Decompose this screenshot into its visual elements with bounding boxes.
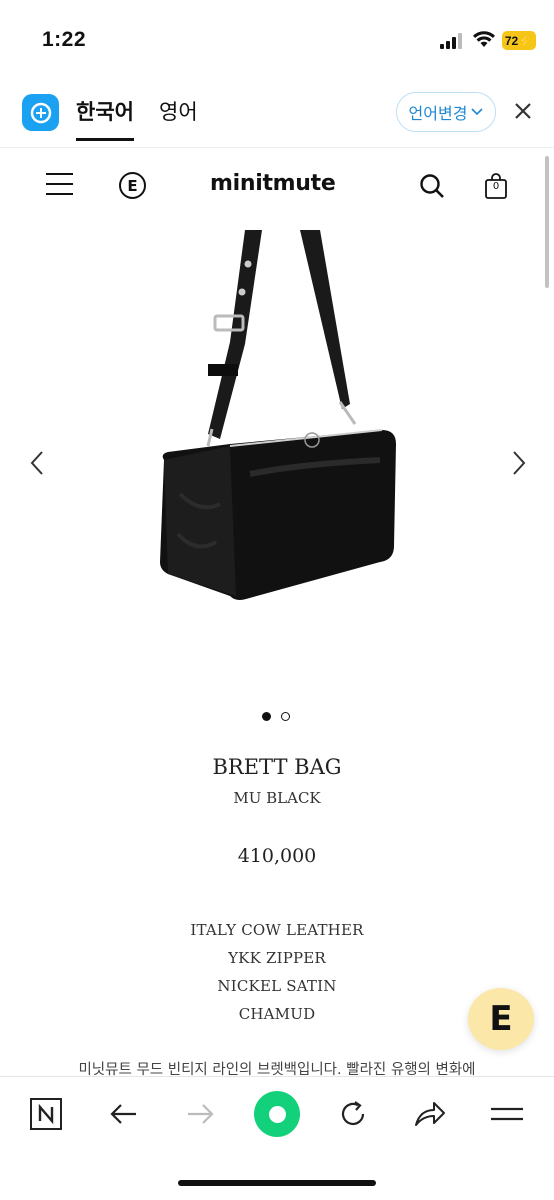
back-arrow-icon[interactable] <box>106 1097 140 1131</box>
product-image <box>160 230 396 600</box>
translate-app-icon[interactable] <box>22 94 59 131</box>
chevron-right-icon[interactable] <box>508 450 528 476</box>
close-icon[interactable] <box>512 100 534 122</box>
home-indicator <box>178 1180 376 1186</box>
reload-icon[interactable] <box>336 1097 370 1131</box>
brand-emblem-letter: E <box>127 176 138 195</box>
product-name: BRETT BAG <box>212 755 342 779</box>
brand-logo[interactable]: minitmute <box>210 171 336 196</box>
gallery-pagination <box>262 712 290 721</box>
chevron-down-icon <box>471 108 484 116</box>
hamburger-icon[interactable] <box>46 172 73 196</box>
floating-button-letter: E <box>489 999 513 1039</box>
forward-arrow-icon[interactable] <box>184 1097 218 1131</box>
status-bar: 1:22 72 ⚡ <box>0 0 554 76</box>
site-header: E minitmute 0 <box>0 148 554 224</box>
signal-icon <box>440 33 462 49</box>
wifi-icon <box>473 31 495 47</box>
product-price: 410,000 <box>237 845 317 867</box>
cart-count: 0 <box>492 181 500 192</box>
brand-emblem-icon[interactable]: E <box>119 172 146 199</box>
language-tab-korean[interactable]: 한국어 <box>76 96 134 141</box>
home-icon[interactable] <box>254 1091 300 1137</box>
share-icon[interactable] <box>413 1097 447 1131</box>
product-variant: MU BLACK <box>233 789 321 807</box>
chevron-left-icon[interactable] <box>28 450 48 476</box>
menu-icon[interactable] <box>490 1097 524 1131</box>
product-spec: NICKEL SATIN <box>217 977 337 995</box>
translate-bar: 한국어 영어 언어변경 <box>0 76 554 148</box>
battery-level: 72 <box>504 33 519 48</box>
home-icon-dot <box>268 1105 286 1123</box>
change-language-button[interactable]: 언어변경 <box>396 92 496 132</box>
product-spec: YKK ZIPPER <box>228 949 326 967</box>
language-tab-english[interactable]: 영어 <box>159 96 198 126</box>
status-time: 1:22 <box>42 28 87 51</box>
pagination-dot-active[interactable] <box>262 712 271 721</box>
change-language-label: 언어변경 <box>408 104 468 123</box>
product-description: 미닛뮤트 무드 빈티지 라인의 브렛백입니다. 빨라진 유행의 변화에 <box>78 1062 476 1078</box>
search-icon[interactable] <box>419 173 445 199</box>
product-gallery[interactable] <box>0 224 554 694</box>
product-spec: ITALY COW LEATHER <box>190 921 364 939</box>
battery-indicator: 72 ⚡ <box>502 31 536 50</box>
floating-chat-button[interactable]: E <box>468 988 534 1050</box>
pagination-dot[interactable] <box>281 712 290 721</box>
n-app-icon[interactable] <box>29 1097 63 1131</box>
